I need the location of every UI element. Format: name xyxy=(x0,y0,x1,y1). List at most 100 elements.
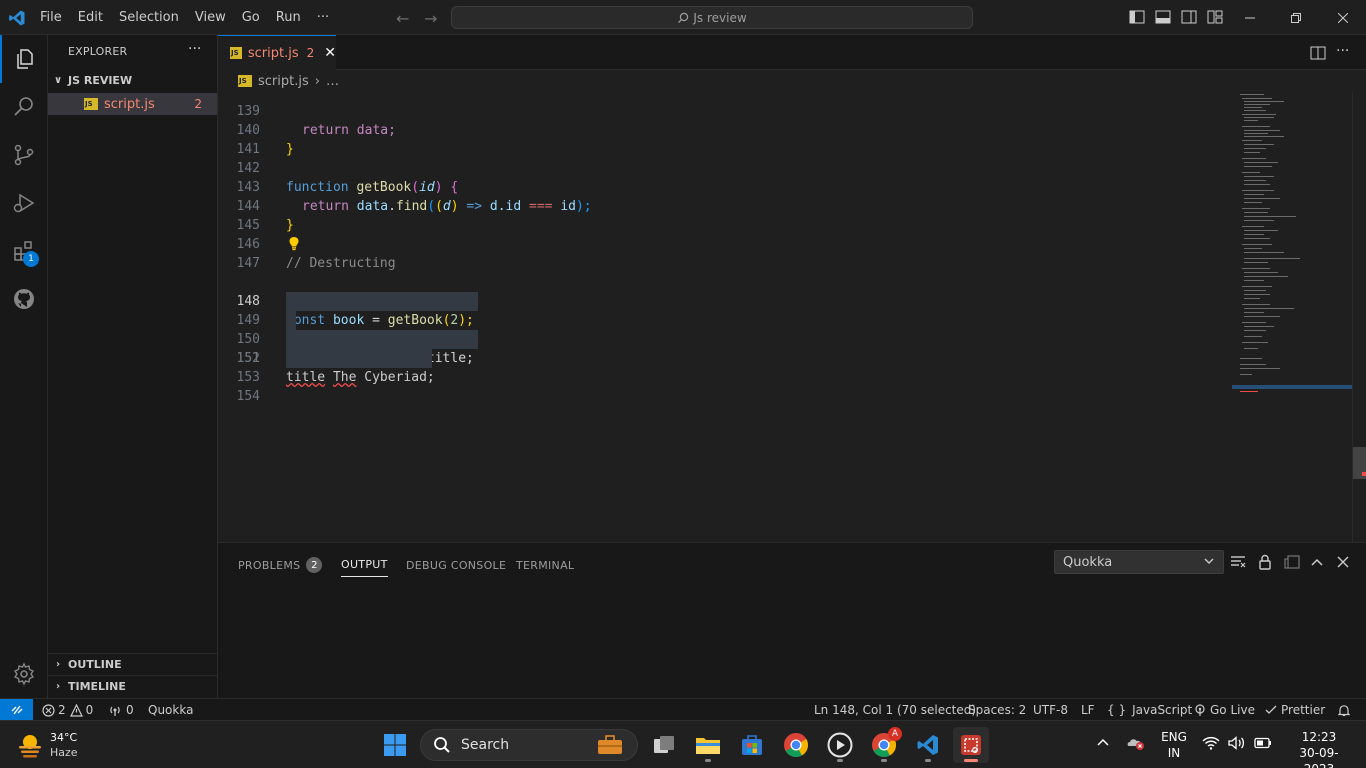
error-count: 2 xyxy=(58,703,66,717)
maximize-panel-button[interactable] xyxy=(1306,553,1328,571)
explorer-more-button[interactable]: ··· xyxy=(188,41,201,57)
source-control-button[interactable] xyxy=(0,131,48,179)
problems-count-badge: 2 xyxy=(306,557,323,573)
outline-title: OUTLINE xyxy=(68,658,122,671)
tab-debug-console[interactable]: DEBUG CONSOLE xyxy=(406,553,506,577)
windows-logo-icon xyxy=(384,734,406,756)
command-center-search[interactable]: Js review xyxy=(451,6,973,29)
extensions-button[interactable]: 1 xyxy=(0,227,48,275)
eol-status[interactable]: LF xyxy=(1081,699,1095,721)
remote-indicator[interactable] xyxy=(0,699,33,721)
vscode-taskbar-button[interactable] xyxy=(910,727,946,763)
weather-widget[interactable]: 34°C Haze xyxy=(16,729,126,761)
quokka-status[interactable]: Quokka xyxy=(148,699,193,721)
chrome-profile-button[interactable]: A xyxy=(866,727,902,763)
language-mode[interactable]: { } JavaScript xyxy=(1107,699,1192,721)
error-icon xyxy=(42,703,55,717)
quick-settings[interactable] xyxy=(1202,736,1272,750)
output-channel-select[interactable]: Quokka xyxy=(1054,550,1224,574)
outline-section[interactable]: › OUTLINE xyxy=(48,653,218,675)
weather-description: Haze xyxy=(50,746,78,759)
go-live-button[interactable]: Go Live xyxy=(1194,699,1255,721)
lock-scroll-button[interactable] xyxy=(1254,553,1276,571)
chevron-right-icon: › xyxy=(55,659,61,670)
toggle-panel-icon[interactable] xyxy=(1155,10,1171,24)
menu-more[interactable]: ··· xyxy=(309,10,337,25)
editor-more-actions-button[interactable]: ··· xyxy=(1336,43,1349,59)
settings-button[interactable] xyxy=(0,650,48,698)
menu-go[interactable]: Go xyxy=(234,10,268,25)
tab-problems[interactable]: PROBLEMS 2 xyxy=(238,553,323,577)
tab-script-js[interactable]: JS script.js 2 ✕ xyxy=(218,35,336,70)
file-explorer-button[interactable] xyxy=(690,727,726,763)
media-player-button[interactable] xyxy=(822,727,858,763)
chrome-button[interactable] xyxy=(778,727,814,763)
prettier-status[interactable]: Prettier xyxy=(1265,699,1325,721)
clock-time: 12:23 xyxy=(1301,730,1337,744)
ports-status[interactable]: 0 xyxy=(108,699,134,721)
close-window-button[interactable] xyxy=(1320,0,1366,35)
explorer-button[interactable] xyxy=(0,35,48,83)
breadcrumb-rest[interactable]: … xyxy=(326,74,339,89)
menu-view[interactable]: View xyxy=(187,10,234,25)
cursor-position[interactable]: Ln 148, Col 1 (70 selected) xyxy=(814,699,976,721)
minimap[interactable] xyxy=(1232,92,1352,542)
briefcase-icon xyxy=(598,735,622,754)
tab-close-icon[interactable]: ✕ xyxy=(324,45,336,61)
code-line-151: 151 title The Cyberiad; xyxy=(218,311,1232,385)
search-text: Js review xyxy=(693,10,747,25)
input-language[interactable]: ENG IN xyxy=(1158,729,1190,761)
run-debug-button[interactable] xyxy=(0,179,48,227)
menu-edit[interactable]: Edit xyxy=(70,10,111,25)
code-line-150: 150 const title =book.title; xyxy=(218,292,1232,366)
back-arrow-icon[interactable]: ← xyxy=(396,9,409,28)
tab-terminal[interactable]: TERMINAL xyxy=(516,553,574,577)
indentation-status[interactable]: Spaces: 2 xyxy=(968,699,1026,721)
running-indicator xyxy=(925,759,931,762)
clear-output-button[interactable] xyxy=(1227,553,1249,571)
region-code: IN xyxy=(1167,746,1181,760)
toggle-primary-sidebar-icon[interactable] xyxy=(1129,10,1145,24)
show-hidden-icons-button[interactable] xyxy=(1096,736,1110,751)
restore-button[interactable] xyxy=(1273,0,1319,35)
close-panel-button[interactable] xyxy=(1332,553,1354,571)
encoding-status[interactable]: UTF-8 xyxy=(1033,699,1068,721)
check-all-icon xyxy=(1265,705,1277,714)
notifications-button[interactable] xyxy=(1338,699,1350,721)
javascript-file-icon: JS xyxy=(238,75,252,87)
tab-output[interactable]: OUTPUT xyxy=(341,553,388,577)
minimize-button[interactable] xyxy=(1227,0,1273,35)
file-item-script-js[interactable]: JS script.js 2 xyxy=(48,93,217,115)
onedrive-status[interactable] xyxy=(1126,735,1146,755)
running-indicator xyxy=(881,759,887,762)
timeline-section[interactable]: › TIMELINE xyxy=(48,675,218,697)
menu-file[interactable]: File xyxy=(32,10,70,25)
clock[interactable]: 12:23 30-09-2023 xyxy=(1286,729,1352,768)
chevron-down-icon xyxy=(1204,558,1214,564)
toggle-secondary-sidebar-icon[interactable] xyxy=(1181,10,1197,24)
activity-bar: 1 xyxy=(0,35,48,698)
vscode-logo-icon xyxy=(9,10,25,26)
lightbulb-icon[interactable] xyxy=(288,236,300,251)
start-button[interactable] xyxy=(377,727,413,763)
customize-layout-icon[interactable] xyxy=(1207,10,1223,24)
split-editor-icon[interactable] xyxy=(1310,46,1326,60)
language-code: ENG xyxy=(1161,730,1187,744)
forward-arrow-icon[interactable]: → xyxy=(424,9,437,28)
github-button[interactable] xyxy=(0,275,48,323)
folder-section-js-review[interactable]: ∨ JS REVIEW xyxy=(48,69,218,91)
snipping-tool-button[interactable] xyxy=(953,727,989,763)
editor-vertical-scrollbar[interactable] xyxy=(1352,92,1366,542)
code-line-149: 149 xyxy=(218,273,1232,330)
problems-status[interactable]: 2 0 xyxy=(42,699,93,721)
menu-run[interactable]: Run xyxy=(268,10,309,25)
search-view-button[interactable] xyxy=(0,83,48,131)
github-icon xyxy=(14,289,34,309)
microsoft-store-button[interactable] xyxy=(734,727,770,763)
menu-selection[interactable]: Selection xyxy=(111,10,187,25)
open-output-editor-button[interactable] xyxy=(1281,553,1303,571)
task-view-button[interactable] xyxy=(646,727,682,763)
taskbar-search[interactable]: Search xyxy=(420,729,638,761)
breadcrumb-file[interactable]: script.js xyxy=(258,74,309,89)
code-editor[interactable]: 139 return data; 140 } 141 142 function … xyxy=(218,92,1352,542)
